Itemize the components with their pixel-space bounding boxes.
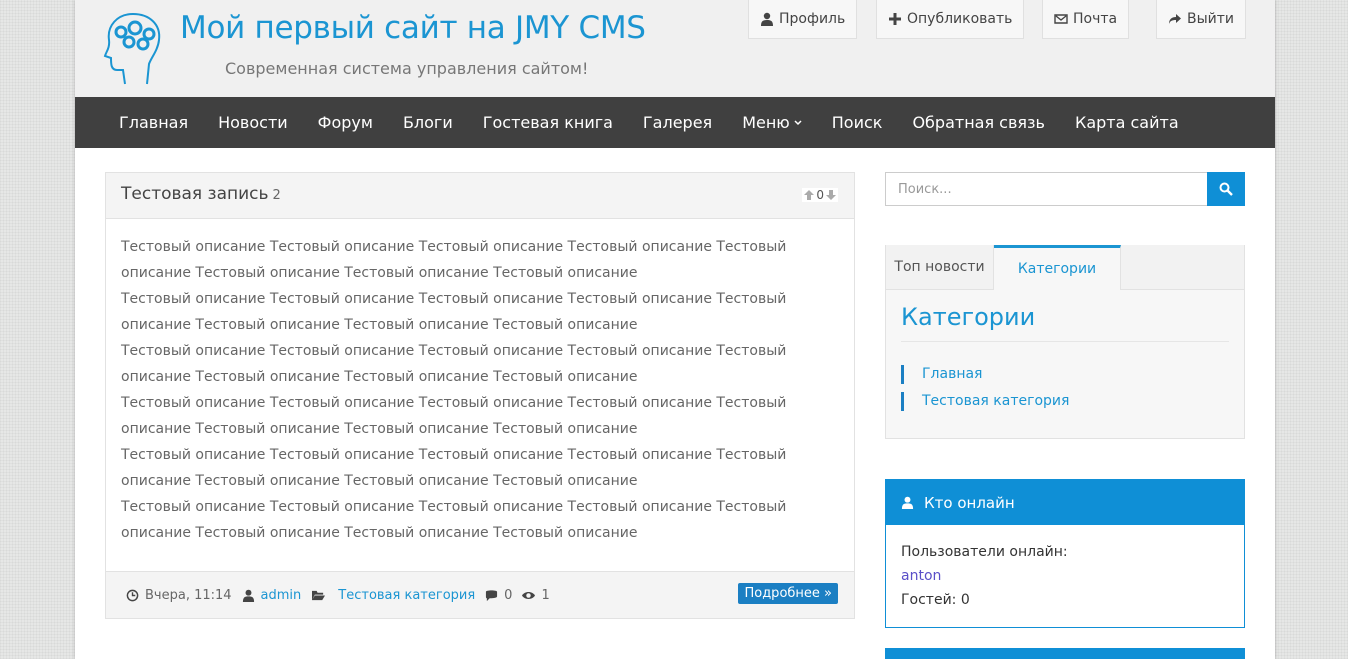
author-link[interactable]: admin bbox=[261, 588, 302, 603]
comments-icon bbox=[486, 589, 498, 601]
nav-item-blogs[interactable]: Блоги bbox=[403, 113, 453, 132]
online-user-link[interactable]: anton bbox=[901, 564, 1229, 588]
who-online-header: Кто онлайн bbox=[886, 480, 1244, 525]
who-online-body: Пользователи онлайн: anton Гостей: 0 bbox=[886, 525, 1244, 627]
search-icon bbox=[1219, 182, 1233, 196]
article-header: Тестовая запись 2 0 bbox=[106, 173, 854, 219]
nav-item-forum[interactable]: Форум bbox=[318, 113, 373, 132]
logout-button[interactable]: Выйти bbox=[1156, 0, 1247, 39]
tab-bar-filler bbox=[1121, 245, 1244, 290]
nav-item-guestbook[interactable]: Гостевая книга bbox=[483, 113, 613, 132]
article-paragraph: Тестовый описание Тестовый описание Тест… bbox=[121, 291, 787, 333]
nav-item-news[interactable]: Новости bbox=[218, 113, 288, 132]
site-header: Мой первый сайт на JMY CMS Современная с… bbox=[75, 0, 1275, 97]
main-nav: Главная Новости Форум Блоги Гостевая кни… bbox=[75, 97, 1275, 148]
article-category: Тестовая категория bbox=[311, 588, 475, 603]
plus-icon bbox=[889, 13, 901, 25]
arrow-down-icon[interactable] bbox=[826, 190, 836, 200]
rating-value: 0 bbox=[816, 188, 824, 202]
article-paragraph: Тестовый описание Тестовый описание Тест… bbox=[121, 395, 787, 437]
logout-label: Выйти bbox=[1187, 11, 1235, 27]
site-subtitle: Современная система управления сайтом! bbox=[225, 59, 589, 78]
chevron-down-icon bbox=[794, 119, 802, 125]
article-rating: 0 bbox=[802, 188, 838, 202]
site-title[interactable]: Мой первый сайт на JMY CMS bbox=[180, 10, 646, 46]
article-title-text: Тестовая запись bbox=[121, 184, 269, 204]
clock-icon bbox=[126, 589, 139, 601]
user-icon bbox=[242, 589, 254, 602]
article-author: admin bbox=[242, 588, 302, 603]
nav-item-sitemap[interactable]: Карта сайта bbox=[1075, 113, 1179, 132]
views-count: 1 bbox=[541, 587, 550, 603]
nav-item-feedback[interactable]: Обратная связь bbox=[912, 113, 1045, 132]
article-views: 1 bbox=[522, 587, 550, 603]
tab-categories[interactable]: Категории bbox=[994, 245, 1121, 290]
publish-button[interactable]: Опубликовать bbox=[876, 0, 1025, 39]
mail-label: Почта bbox=[1073, 11, 1118, 27]
profile-label: Профиль bbox=[779, 11, 846, 27]
read-more-button[interactable]: Подробнее » bbox=[738, 583, 838, 604]
category-link[interactable]: Тестовая категория bbox=[338, 588, 475, 603]
search-input[interactable]: Поиск... bbox=[885, 172, 1207, 206]
categories-heading: Категории bbox=[901, 303, 1229, 342]
article-paragraph: Тестовый описание Тестовый описание Тест… bbox=[121, 447, 787, 489]
guests-count: Гостей: 0 bbox=[901, 592, 970, 608]
user-icon bbox=[761, 12, 773, 26]
who-online-title: Кто онлайн bbox=[924, 493, 1015, 512]
profile-button[interactable]: Профиль bbox=[748, 0, 858, 39]
publish-label: Опубликовать bbox=[907, 11, 1013, 27]
article-title[interactable]: Тестовая запись 2 bbox=[121, 184, 281, 204]
categories-list: Главная Тестовая категория bbox=[901, 365, 1069, 419]
arrow-up-icon[interactable] bbox=[804, 190, 815, 200]
who-online-block: Кто онлайн Пользователи онлайн: anton Го… bbox=[885, 479, 1245, 628]
mail-button[interactable]: Почта bbox=[1042, 0, 1130, 39]
nav-item-menu[interactable]: Меню bbox=[742, 113, 802, 132]
nav-menu-label: Меню bbox=[742, 113, 790, 132]
article-count: 2 bbox=[272, 188, 281, 203]
article-body: Тестовый описание Тестовый описание Тест… bbox=[106, 219, 854, 571]
article-paragraph: Тестовый описание Тестовый описание Тест… bbox=[121, 499, 787, 541]
search-button[interactable] bbox=[1207, 172, 1245, 206]
next-sidebar-block bbox=[885, 648, 1245, 659]
search-form: Поиск... bbox=[885, 172, 1245, 206]
article-footer: Вчера, 11:14 admin Тестовая категория 0 … bbox=[106, 571, 854, 618]
nav-item-gallery[interactable]: Галерея bbox=[643, 113, 712, 132]
share-arrow-icon bbox=[1169, 14, 1181, 24]
folder-open-icon bbox=[312, 590, 326, 600]
nav-item-search[interactable]: Поиск bbox=[832, 113, 883, 132]
user-icon bbox=[901, 496, 914, 509]
comments-count: 0 bbox=[504, 587, 513, 603]
page-container: Мой первый сайт на JMY CMS Современная с… bbox=[75, 0, 1275, 659]
tab-top-news[interactable]: Топ новости bbox=[886, 245, 994, 290]
category-item-home[interactable]: Главная bbox=[901, 365, 1069, 384]
eye-icon bbox=[522, 591, 536, 599]
envelope-icon bbox=[1054, 14, 1068, 24]
article-paragraph: Тестовый описание Тестовый описание Тест… bbox=[121, 239, 787, 281]
nav-item-home[interactable]: Главная bbox=[119, 113, 188, 132]
article-comments: 0 bbox=[485, 588, 512, 603]
article-date: Вчера, 11:14 bbox=[126, 588, 232, 603]
users-online-label: Пользователи онлайн: bbox=[901, 544, 1068, 560]
brain-head-logo-icon[interactable] bbox=[103, 10, 165, 88]
article-paragraph: Тестовый описание Тестовый описание Тест… bbox=[121, 343, 787, 385]
category-item-test[interactable]: Тестовая категория bbox=[901, 392, 1069, 411]
article-date-text: Вчера, 11:14 bbox=[145, 587, 232, 603]
categories-tabs: Топ новости Категории Категории Главная … bbox=[885, 245, 1245, 439]
article-card: Тестовая запись 2 0 Тестовый описание Тес… bbox=[105, 172, 855, 619]
